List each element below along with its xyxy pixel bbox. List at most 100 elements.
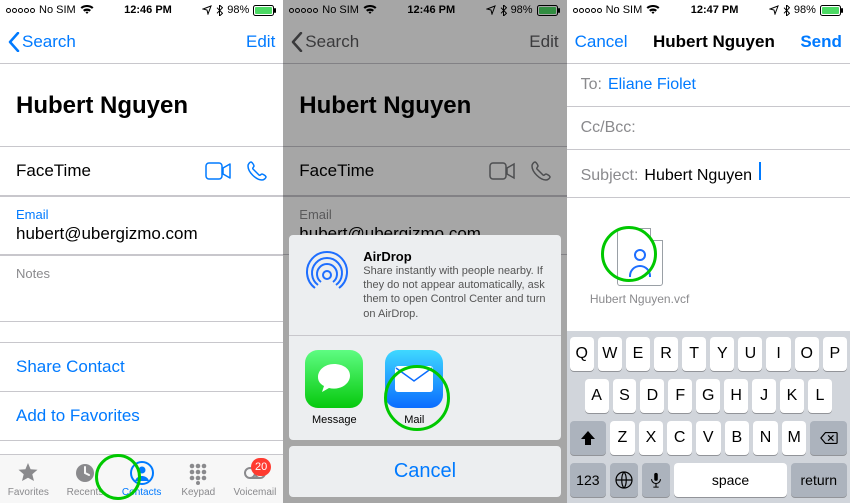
carrier-label: No SIM — [39, 4, 76, 16]
keyboard-row: ZXCVBNM — [570, 421, 847, 455]
key-c[interactable]: C — [667, 421, 692, 455]
tab-favorites[interactable]: Favorites — [0, 455, 57, 503]
facetime-label: FaceTime — [16, 161, 91, 181]
keyboard-row-inner: ZXCVBNM — [610, 421, 806, 455]
airdrop-icon — [303, 249, 351, 297]
to-value: Eliane Fiolet — [608, 76, 696, 94]
battery-text: 98% — [794, 4, 816, 16]
key-m[interactable]: M — [782, 421, 807, 455]
tab-voicemail[interactable]: Voicemail 20 — [227, 455, 284, 503]
airdrop-desc: Share instantly with people nearby. If t… — [363, 264, 546, 321]
add-favorites-button[interactable]: Add to Favorites — [0, 392, 283, 441]
tab-contacts[interactable]: Contacts — [113, 455, 170, 503]
key-d[interactable]: D — [640, 379, 664, 413]
return-key[interactable]: return — [791, 463, 847, 497]
share-contact-button[interactable]: Share Contact — [0, 342, 283, 392]
key-z[interactable]: Z — [610, 421, 635, 455]
tab-recents[interactable]: Recents — [57, 455, 114, 503]
to-field[interactable]: To: Eliane Fiolet — [567, 64, 850, 107]
key-k[interactable]: K — [780, 379, 804, 413]
location-icon — [202, 5, 212, 15]
key-j[interactable]: J — [752, 379, 776, 413]
cancel-button[interactable]: Cancel — [575, 32, 628, 52]
shift-icon — [579, 429, 597, 447]
tab-keypad[interactable]: Keypad — [170, 455, 227, 503]
mail-icon — [385, 350, 443, 408]
globe-key[interactable] — [610, 463, 638, 497]
tab-label: Voicemail — [234, 487, 277, 498]
nav-bar: Cancel Hubert Nguyen Send — [567, 20, 850, 64]
key-i[interactable]: I — [766, 337, 790, 371]
keyboard: QWERTYUIOP ASDFGHJKL ZXCVBNM 123 space r… — [567, 331, 850, 503]
airdrop-title: AirDrop — [363, 249, 546, 264]
notes-section[interactable]: Notes — [0, 255, 283, 322]
keyboard-row: QWERTYUIOP — [570, 337, 847, 371]
edit-button[interactable]: Edit — [246, 32, 275, 52]
key-q[interactable]: Q — [570, 337, 594, 371]
tab-label: Recents — [67, 487, 104, 498]
subject-field[interactable]: Subject: Hubert Nguyen — [567, 150, 850, 198]
bluetooth-icon — [216, 5, 223, 16]
key-y[interactable]: Y — [710, 337, 734, 371]
status-time: 12:47 PM — [691, 4, 739, 16]
mail-body[interactable]: Hubert Nguyen.vcf — [567, 198, 850, 316]
back-label: Search — [22, 32, 76, 52]
back-button[interactable]: Search — [8, 32, 76, 52]
key-n[interactable]: N — [753, 421, 778, 455]
tab-label: Keypad — [181, 487, 215, 498]
key-r[interactable]: R — [654, 337, 678, 371]
subject-value: Hubert Nguyen — [644, 167, 752, 185]
tab-bar: Favorites Recents Contacts Keypad Voicem… — [0, 454, 283, 503]
key-x[interactable]: X — [639, 421, 664, 455]
share-app-message[interactable]: Message — [305, 350, 363, 426]
notes-label: Notes — [16, 266, 267, 281]
keyboard-row: 123 space return — [570, 463, 847, 497]
key-p[interactable]: P — [823, 337, 847, 371]
space-key[interactable]: space — [674, 463, 786, 497]
key-g[interactable]: G — [696, 379, 720, 413]
key-w[interactable]: W — [598, 337, 622, 371]
share-app-mail[interactable]: Mail — [385, 350, 443, 426]
vcf-attachment[interactable]: Hubert Nguyen.vcf — [585, 228, 695, 306]
messages-icon — [305, 350, 363, 408]
vcard-file-icon — [617, 228, 663, 286]
numbers-key[interactable]: 123 — [570, 463, 607, 497]
mic-icon — [648, 472, 664, 488]
email-section[interactable]: Email hubert@ubergizmo.com — [0, 196, 283, 255]
facetime-audio-icon[interactable] — [247, 161, 267, 181]
key-l[interactable]: L — [808, 379, 832, 413]
shift-key[interactable] — [570, 421, 606, 455]
key-e[interactable]: E — [626, 337, 650, 371]
globe-icon — [615, 471, 633, 489]
share-sheet: AirDrop Share instantly with people near… — [289, 235, 560, 497]
facetime-video-icon[interactable] — [205, 162, 231, 180]
nav-title: Hubert Nguyen — [653, 32, 775, 52]
share-cancel-button[interactable]: Cancel — [289, 446, 560, 497]
status-bar: No SIM 12:47 PM 98% — [567, 0, 850, 20]
star-icon — [16, 461, 40, 485]
send-button[interactable]: Send — [800, 32, 842, 52]
nav-bar: Search Edit — [0, 20, 283, 64]
airdrop-row[interactable]: AirDrop Share instantly with people near… — [289, 235, 560, 336]
key-b[interactable]: B — [725, 421, 750, 455]
key-s[interactable]: S — [613, 379, 637, 413]
key-o[interactable]: O — [795, 337, 819, 371]
key-v[interactable]: V — [696, 421, 721, 455]
signal-dots-icon — [6, 8, 35, 13]
backspace-icon — [820, 429, 838, 447]
key-f[interactable]: F — [668, 379, 692, 413]
location-icon — [769, 5, 779, 15]
key-t[interactable]: T — [682, 337, 706, 371]
contact-name: Hubert Nguyen — [0, 64, 283, 146]
key-a[interactable]: A — [585, 379, 609, 413]
chevron-left-icon — [8, 32, 20, 52]
app-label: Message — [312, 414, 357, 426]
dictation-key[interactable] — [642, 463, 670, 497]
backspace-key[interactable] — [810, 421, 846, 455]
key-u[interactable]: U — [738, 337, 762, 371]
email-label: Email — [16, 207, 267, 222]
battery-icon — [820, 5, 844, 16]
key-h[interactable]: H — [724, 379, 748, 413]
ccbcc-field[interactable]: Cc/Bcc: — [567, 107, 850, 150]
contact-icon — [130, 461, 154, 485]
